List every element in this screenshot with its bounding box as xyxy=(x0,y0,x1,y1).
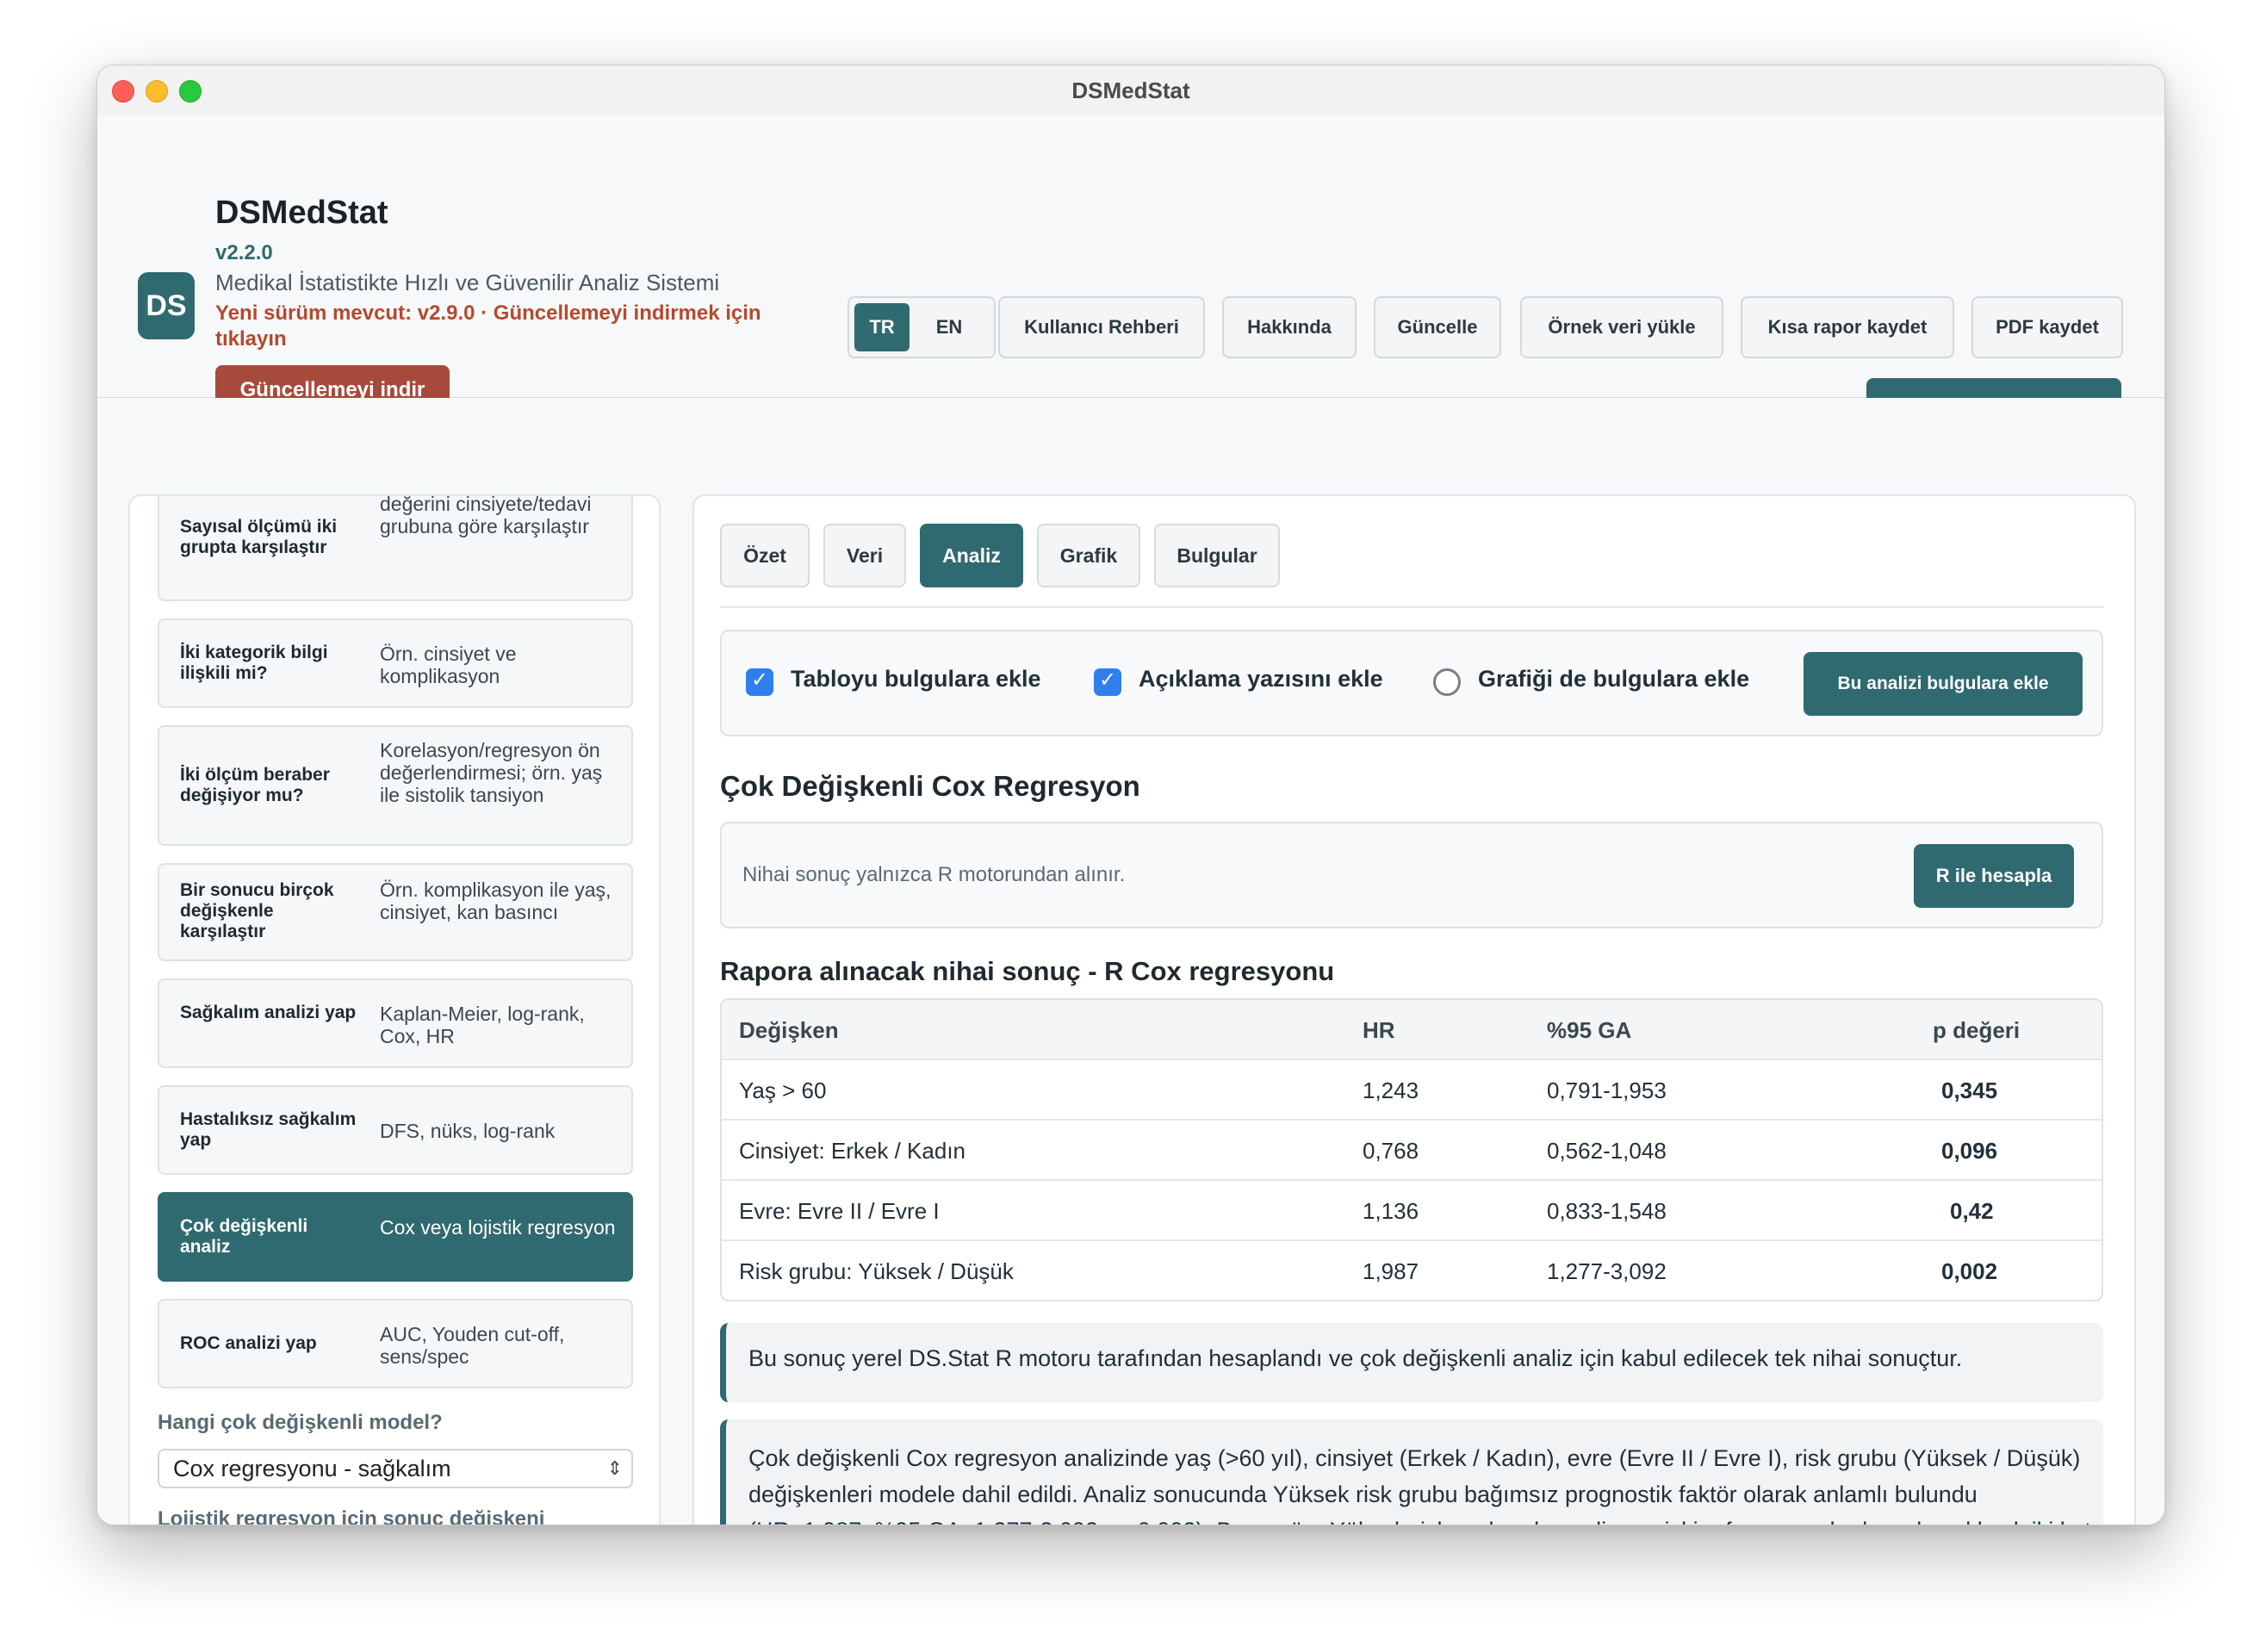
chevron-updown-icon: ⇕ xyxy=(606,1457,623,1479)
table-cell: 1,136 xyxy=(1363,1198,1419,1224)
table-cell: Cinsiyet: Erkek / Kadın xyxy=(739,1138,965,1164)
include-table-checkbox[interactable] xyxy=(746,668,773,696)
update-available-link[interactable]: Yeni sürüm mevcut: v2.9.0 · Güncellemeyi… xyxy=(215,301,775,352)
tab-summary[interactable]: Özet xyxy=(720,524,810,587)
analysis-card-desc: Örn. komplikasyon ile yaş, cinsiyet, kan… xyxy=(380,879,612,923)
table-row: Evre: Evre II / Evre I 1,136 0,833-1,548… xyxy=(722,1181,2102,1241)
table-cell: 0,562-1,048 xyxy=(1547,1138,1667,1164)
analysis-card-title: Bir sonucu birçok değişkenle karşılaştır xyxy=(180,880,334,941)
analysis-panel: Özet Veri Analiz Grafik Bulgular Tabloyu… xyxy=(692,494,2136,1525)
result-title: Rapora alınacak nihai sonuç - R Cox regr… xyxy=(720,956,1335,986)
table-cell: 0,42 xyxy=(1950,1198,1994,1224)
main-content: Sayısal ölçümü iki grupta karşılaştır de… xyxy=(97,398,2164,1525)
language-tr-button[interactable]: TR xyxy=(854,303,910,351)
table-cell: 0,345 xyxy=(1941,1078,1998,1103)
app-name: DSMedStat xyxy=(215,195,388,231)
analysis-card-multi-compare[interactable]: Bir sonucu birçok değişkenle karşılaştır… xyxy=(158,863,633,961)
analysis-card-disease-free-survival[interactable]: Hastalıksız sağkalım yap DFS, nüks, log-… xyxy=(158,1085,633,1175)
table-cell: Yaş > 60 xyxy=(739,1078,827,1103)
app-logo: DS xyxy=(138,272,195,339)
include-text-checkbox[interactable] xyxy=(1094,668,1121,696)
table-cell: 0,768 xyxy=(1363,1138,1419,1164)
table-cell: 0,096 xyxy=(1941,1138,1998,1164)
analysis-card-desc: Korelasyon/regresyon ön değerlendirmesi;… xyxy=(380,739,603,806)
r-result-note: Bu sonuç yerel DS.Stat R motoru tarafınd… xyxy=(720,1323,2103,1402)
include-text-label[interactable]: Açıklama yazısını ekle xyxy=(1139,666,1383,692)
column-header: HR xyxy=(1363,1017,1395,1043)
save-short-report-button[interactable]: Kısa rapor kaydet xyxy=(1741,296,1954,358)
table-header-row: Değişken HR %95 GA p değeri xyxy=(722,1000,2102,1060)
table-row: Yaş > 60 1,243 0,791-1,953 0,345 xyxy=(722,1060,2102,1121)
app-window: DSMedStat DS DSMedStat v2.2.0 Medikal İs… xyxy=(96,65,2165,1525)
tab-chart[interactable]: Grafik xyxy=(1037,524,1140,587)
column-header: Değişken xyxy=(739,1017,839,1043)
table-cell: 0,002 xyxy=(1941,1258,1998,1284)
analysis-card-title: ROC analizi yap xyxy=(180,1333,317,1353)
add-analysis-to-findings-button[interactable]: Bu analizi bulgulara ekle xyxy=(1804,652,2083,716)
title-bar: DSMedStat xyxy=(97,65,2164,116)
analysis-card-two-group-compare[interactable]: Sayısal ölçümü iki grupta karşılaştır de… xyxy=(158,494,633,601)
analysis-card-title: Sağkalım analizi yap xyxy=(180,1003,357,1022)
app-version: v2.2.0 xyxy=(215,241,273,264)
table-row: Risk grubu: Yüksek / Düşük 1,987 1,277-3… xyxy=(722,1241,2102,1300)
analysis-card-roc[interactable]: ROC analizi yap AUC, Youden cut-off, sen… xyxy=(158,1299,633,1388)
tab-findings[interactable]: Bulgular xyxy=(1154,524,1280,587)
save-pdf-button[interactable]: PDF kaydet xyxy=(1971,296,2123,358)
update-button[interactable]: Güncelle xyxy=(1374,296,1501,358)
r-engine-note: Nihai sonuç yalnızca R motorundan alınır… xyxy=(742,863,1126,886)
analysis-card-desc: AUC, Youden cut-off, sens/spec xyxy=(380,1323,565,1368)
analysis-card-desc: değerini cinsiyete/tedavi grubuna göre k… xyxy=(380,494,592,537)
column-header: %95 GA xyxy=(1547,1017,1632,1043)
analysis-card-desc: Cox veya lojistik regresyon xyxy=(380,1216,616,1239)
r-engine-box: Nihai sonuç yalnızca R motorundan alınır… xyxy=(720,822,2103,928)
analysis-card-title: Çok değişkenli analiz xyxy=(180,1216,308,1257)
cox-results-table: Değişken HR %95 GA p değeri Yaş > 60 1,2… xyxy=(720,998,2103,1301)
table-cell: 1,243 xyxy=(1363,1078,1419,1103)
analysis-card-title: Hastalıksız sağkalım yap xyxy=(180,1109,357,1150)
analysis-title: Çok Değişkenli Cox Regresyon xyxy=(720,770,1140,802)
language-en-button[interactable]: EN xyxy=(922,303,977,351)
window-title: DSMedStat xyxy=(1071,78,1190,103)
model-select[interactable]: Cox regresyonu - sağkalım ⇕ xyxy=(158,1449,633,1488)
r-result-note-text: Bu sonuç yerel DS.Stat R motoru tarafınd… xyxy=(748,1345,1963,1371)
table-cell: Risk grubu: Yüksek / Düşük xyxy=(739,1258,1014,1284)
user-guide-button[interactable]: Kullanıcı Rehberi xyxy=(998,296,1205,358)
app-subtitle: Medikal İstatistikte Hızlı ve Güvenilir … xyxy=(215,270,720,295)
analysis-card-desc: DFS, nüks, log-rank xyxy=(380,1120,556,1142)
analysis-card-desc: Örn. cinsiyet ve komplikasyon xyxy=(380,643,517,687)
analysis-card-title: İki ölçüm beraber değişiyor mu? xyxy=(180,765,330,805)
model-select-value: Cox regresyonu - sağkalım xyxy=(173,1456,451,1481)
analysis-card-multivariate[interactable]: Çok değişkenli analiz Cox veya lojistik … xyxy=(158,1192,633,1282)
include-table-label[interactable]: Tabloyu bulgulara ekle xyxy=(791,666,1041,692)
interpretation-box: Çok değişkenli Cox regresyon analizinde … xyxy=(720,1419,2103,1525)
load-sample-data-button[interactable]: Örnek veri yükle xyxy=(1520,296,1723,358)
compute-with-r-button[interactable]: R ile hesapla xyxy=(1914,844,2074,908)
analysis-card-desc: Kaplan-Meier, log-rank, Cox, HR xyxy=(380,1003,585,1047)
analysis-card-correlation[interactable]: İki ölçüm beraber değişiyor mu? Korelasy… xyxy=(158,725,633,846)
analysis-card-title: İki kategorik bilgi ilişkili mi? xyxy=(180,643,328,683)
tab-data[interactable]: Veri xyxy=(823,524,906,587)
include-chart-checkbox[interactable] xyxy=(1433,668,1461,696)
about-button[interactable]: Hakkında xyxy=(1222,296,1357,358)
table-cell: 1,987 xyxy=(1363,1258,1419,1284)
outcome-select-label: Lojistik regresyon için sonuç değişkeni xyxy=(158,1507,545,1525)
add-to-findings-options: Tabloyu bulgulara ekle Açıklama yazısını… xyxy=(720,630,2103,736)
tab-divider xyxy=(720,606,2103,608)
tab-analysis[interactable]: Analiz xyxy=(920,524,1023,587)
table-cell: 1,277-3,092 xyxy=(1547,1258,1667,1284)
analysis-card-title: Sayısal ölçümü iki grupta karşılaştır xyxy=(180,517,338,557)
language-switcher: TR EN xyxy=(848,296,996,358)
model-select-label: Hangi çok değişkenli model? xyxy=(158,1411,443,1434)
table-cell: 0,833-1,548 xyxy=(1547,1198,1667,1224)
table-row: Cinsiyet: Erkek / Kadın 0,768 0,562-1,04… xyxy=(722,1121,2102,1181)
analysis-card-survival[interactable]: Sağkalım analizi yap Kaplan-Meier, log-r… xyxy=(158,978,633,1068)
analysis-type-sidebar[interactable]: Sayısal ölçümü iki grupta karşılaştır de… xyxy=(128,494,661,1525)
interpretation-text: Çok değişkenli Cox regresyon analizinde … xyxy=(748,1445,2091,1525)
app-header: DS DSMedStat v2.2.0 Medikal İstatistikte… xyxy=(97,115,2164,444)
include-chart-label[interactable]: Grafiği de bulgulara ekle xyxy=(1478,666,1749,692)
column-header: p değeri xyxy=(1933,1017,2021,1043)
table-cell: 0,791-1,953 xyxy=(1547,1078,1667,1103)
table-cell: Evre: Evre II / Evre I xyxy=(739,1198,940,1224)
analysis-card-categorical-association[interactable]: İki kategorik bilgi ilişkili mi? Örn. ci… xyxy=(158,618,633,708)
